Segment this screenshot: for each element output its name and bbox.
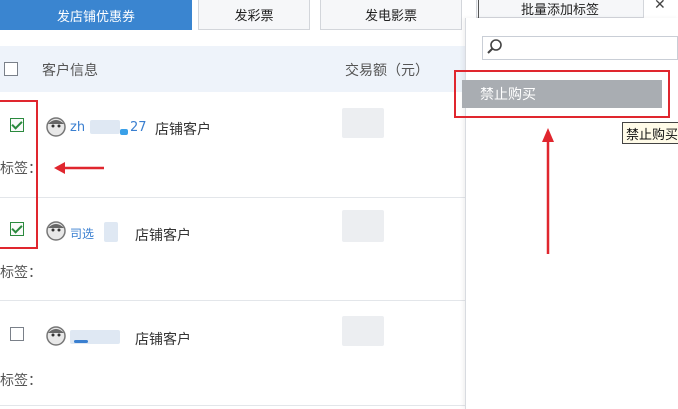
amount-redacted <box>342 210 384 242</box>
tag-search-input[interactable] <box>482 36 678 60</box>
tag-button-divider <box>478 0 479 18</box>
send-coupon-button[interactable]: 发店铺优惠券 <box>0 0 192 30</box>
customer-type: 店铺客户 <box>135 332 191 348</box>
customer-name[interactable]: 司选 <box>70 225 94 242</box>
avatar-icon <box>46 117 66 137</box>
name-redacted <box>104 222 118 242</box>
customer-name-suffix[interactable]: 27 <box>130 120 147 135</box>
row-divider <box>0 405 465 406</box>
annotation-checkbox-highlight <box>0 100 38 249</box>
annotation-arrow-left <box>54 162 104 174</box>
search-icon <box>487 39 502 54</box>
tag-label: 标签： <box>0 265 42 281</box>
annotation-menu-highlight <box>454 70 670 118</box>
amount-redacted <box>342 316 384 346</box>
customer-name[interactable]: zh <box>70 120 85 135</box>
row-divider <box>0 300 465 301</box>
name-redacted-mark <box>120 129 128 135</box>
row-checkbox[interactable] <box>10 327 24 341</box>
avatar-icon <box>46 221 66 241</box>
name-redacted <box>90 120 120 134</box>
select-all-checkbox[interactable] <box>4 62 18 76</box>
row-divider <box>0 197 465 198</box>
name-redacted-mark <box>74 340 88 343</box>
close-icon[interactable]: ✕ <box>654 0 666 13</box>
tag-label: 标签： <box>0 373 42 389</box>
send-lottery-button[interactable]: 发彩票 <box>198 0 310 30</box>
avatar-icon <box>46 326 66 346</box>
column-header-amount: 交易额（元） <box>345 63 429 79</box>
bulk-add-tag-button[interactable]: 批量添加标签 <box>476 0 644 18</box>
customer-type: 店铺客户 <box>155 122 211 138</box>
column-header-customer: 客户信息 <box>42 63 98 79</box>
send-movie-ticket-button[interactable]: 发电影票 <box>320 0 462 30</box>
annotation-arrow-up <box>542 128 554 254</box>
amount-redacted <box>342 108 384 138</box>
customer-type: 店铺客户 <box>135 228 191 244</box>
tooltip: 禁止购买 <box>622 122 678 144</box>
